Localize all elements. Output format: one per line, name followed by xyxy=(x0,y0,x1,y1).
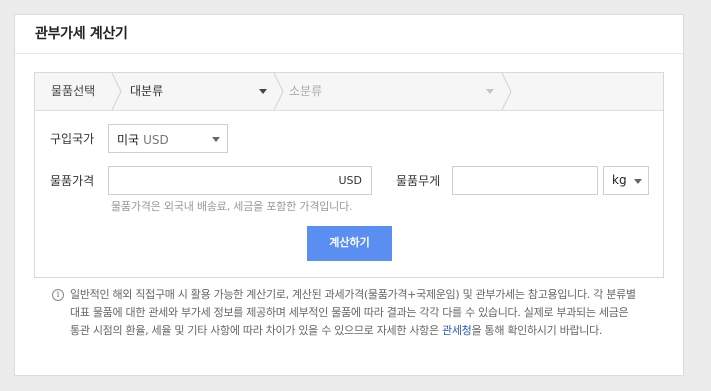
price-label: 물품가격 xyxy=(50,174,95,188)
weight-label: 물품무게 xyxy=(396,174,441,188)
category-selector: 물품선택 대분류 소분류 xyxy=(35,73,663,111)
country-label: 구입국가 xyxy=(50,132,95,146)
notice-text: 일반적인 해외 직접구매 시 활용 가능한 계산기로, 계산된 과세가격(물품가… xyxy=(70,288,636,337)
caret-down-icon xyxy=(259,89,267,94)
country-value: 미국 USD xyxy=(117,133,169,147)
main-category-value: 대분류 xyxy=(130,84,164,98)
country-select[interactable]: 미국 USD xyxy=(108,124,228,153)
currency-label: USD xyxy=(143,133,169,147)
info-icon: i xyxy=(52,289,64,301)
calculate-button[interactable]: 계산하기 xyxy=(307,226,392,261)
caret-down-icon xyxy=(634,179,642,184)
chevron-right-icon xyxy=(273,73,284,110)
caret-down-icon xyxy=(212,137,220,142)
weight-input[interactable] xyxy=(452,166,598,195)
chevron-right-icon xyxy=(111,73,122,110)
chevron-right-icon xyxy=(501,73,512,110)
price-hint: 물품가격은 외국내 배송료, 세금을 포함한 가격입니다. xyxy=(111,200,353,213)
category-label: 물품선택 xyxy=(51,84,96,98)
weight-unit-value: kg xyxy=(612,173,627,187)
main-category-select[interactable]: 대분류 xyxy=(130,73,270,110)
weight-unit-select[interactable]: kg xyxy=(603,166,649,195)
price-unit: USD xyxy=(338,174,362,187)
sub-category-value: 소분류 xyxy=(289,84,323,98)
caret-down-icon xyxy=(486,89,494,94)
price-input[interactable]: USD xyxy=(108,166,372,195)
divider xyxy=(15,53,683,54)
customs-service-link[interactable]: 관세청 xyxy=(442,324,472,337)
sub-category-select[interactable]: 소분류 xyxy=(289,73,499,110)
page-title: 관부가세 계산기 xyxy=(35,26,128,42)
